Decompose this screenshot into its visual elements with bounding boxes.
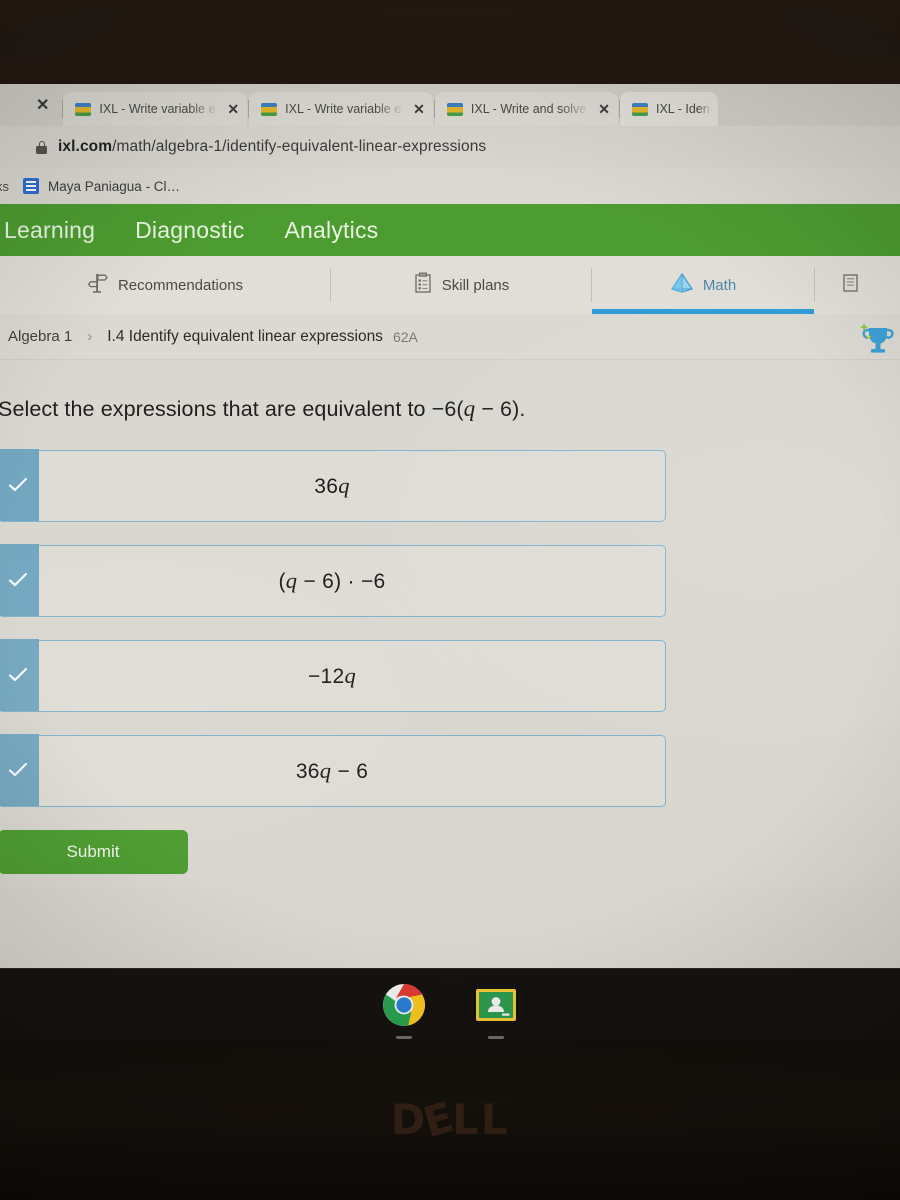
bookmarks-folder-label[interactable]: ks <box>0 179 9 194</box>
answer-choice-list: 36q (q − 6) · −6 −12q 36q − 6 <box>0 449 900 807</box>
checkmark-icon[interactable] <box>0 639 39 711</box>
subnav-label: Math <box>702 276 737 294</box>
app-running-indicator <box>488 1036 504 1039</box>
browser-tab-strip: ✕ IXL - Write variable e ✕ IXL - Write v… <box>0 84 900 126</box>
browser-tab-active[interactable]: IXL - Iden <box>618 92 718 126</box>
book-icon <box>840 272 860 299</box>
address-bar-url: ixl.com/math/algebra-1/identify-equivale… <box>58 138 486 156</box>
subnav-label: Skill plans <box>441 276 510 294</box>
tab-close-icon[interactable]: ✕ <box>598 102 610 116</box>
google-classroom-icon[interactable] <box>473 982 519 1039</box>
signpost-icon <box>87 272 109 299</box>
breadcrumb-separator-icon: › <box>87 328 93 345</box>
prompt-text-after: − 6). <box>475 397 526 421</box>
choice-variable: q <box>319 758 332 783</box>
answer-choice-text: −12q <box>0 663 665 689</box>
ixl-favicon-icon <box>261 102 278 116</box>
subnav-item-recommendations[interactable]: Recommendations <box>0 256 330 314</box>
submit-button[interactable]: Submit <box>0 830 188 874</box>
tab-close-icon[interactable]: ✕ <box>36 98 49 114</box>
ixl-main-nav: Learning Diagnostic Analytics <box>0 204 900 265</box>
browser-tab-title: IXL - Write variable e <box>285 102 402 116</box>
checklist-icon <box>413 272 433 299</box>
chrome-icon[interactable] <box>381 982 427 1039</box>
address-bar[interactable]: ixl.com/math/algebra-1/identify-equivale… <box>0 126 900 168</box>
browser-tab[interactable]: IXL - Write variable e ✕ <box>62 92 248 126</box>
pyramid-icon <box>670 272 694 299</box>
question-area: Select the expressions that are equivale… <box>0 360 900 888</box>
browser-tab-title: IXL - Iden <box>655 102 710 116</box>
browser-tab[interactable]: IXL - Write variable e ✕ <box>248 92 433 126</box>
answer-choice-option[interactable]: 36q − 6 <box>0 734 666 807</box>
lock-icon <box>36 140 47 154</box>
subnav-label: Recommendations <box>117 276 244 294</box>
answer-choice-option[interactable]: (q − 6) · −6 <box>0 544 666 617</box>
nav-item-learning[interactable]: Learning <box>4 217 95 244</box>
bookmark-label: Maya Paniagua - Cl… <box>48 178 181 194</box>
ixl-sub-nav: Recommendations Skill plans Math <box>0 256 900 314</box>
answer-choice-option[interactable]: 36q <box>0 449 666 522</box>
chromebook-screen: ✕ IXL - Write variable e ✕ IXL - Write v… <box>0 84 900 968</box>
answer-choice-option[interactable]: −12q <box>0 639 666 712</box>
tab-close-icon[interactable]: ✕ <box>413 102 425 116</box>
answer-choice-text: 36q <box>0 473 665 499</box>
choice-text-before: −12 <box>307 665 345 688</box>
answer-choice-text: 36q − 6 <box>0 758 665 784</box>
checkmark-icon[interactable] <box>0 544 39 616</box>
choice-text-before: ( <box>278 570 286 593</box>
subnav-item-skill-plans[interactable]: Skill plans <box>331 256 591 314</box>
choice-text-before: 36 <box>314 475 339 498</box>
checkmark-icon[interactable] <box>0 449 39 521</box>
breadcrumb: Algebra 1 › I.4 Identify equivalent line… <box>0 314 900 360</box>
breadcrumb-course[interactable]: Algebra 1 <box>8 328 72 345</box>
url-domain: ixl.com <box>58 138 113 155</box>
choice-text-after: − 6 <box>331 760 369 783</box>
checkmark-icon[interactable] <box>0 734 39 806</box>
app-running-indicator <box>396 1036 412 1039</box>
dell-logo: DELL <box>0 1092 900 1148</box>
browser-tab[interactable]: IXL - Write and solve ✕ <box>433 92 618 126</box>
ixl-favicon-icon <box>446 102 463 116</box>
browser-tab-title: IXL - Write and solve <box>470 102 587 116</box>
tab-close-icon[interactable]: ✕ <box>227 102 239 116</box>
dell-logo-ll: LL <box>452 1095 510 1144</box>
ixl-favicon-icon <box>75 102 92 116</box>
breadcrumb-skill-code: 62A <box>392 328 418 345</box>
choice-text-after: − 6) · −6 <box>297 570 386 593</box>
browser-tab-title: IXL - Write variable e <box>99 102 216 116</box>
prompt-text-before: Select the expressions that are equivale… <box>0 397 464 421</box>
question-prompt: Select the expressions that are equivale… <box>0 396 900 422</box>
chromeos-shelf <box>0 968 900 1041</box>
nav-item-analytics[interactable]: Analytics <box>285 217 379 244</box>
choice-variable: q <box>285 568 298 593</box>
ixl-favicon-icon <box>631 102 648 116</box>
subnav-item-language-arts[interactable] <box>815 256 885 314</box>
classroom-favicon-icon <box>23 178 39 194</box>
answer-choice-text: (q − 6) · −6 <box>0 568 665 594</box>
url-path: /math/algebra-1/identify-equivalent-line… <box>112 138 487 155</box>
breadcrumb-skill: I.4 Identify equivalent linear expressio… <box>107 327 383 345</box>
trophy-icon[interactable] <box>858 320 898 361</box>
subnav-item-math[interactable]: Math <box>592 256 814 314</box>
nav-item-diagnostic[interactable]: Diagnostic <box>135 217 244 244</box>
choice-variable: q <box>338 473 350 498</box>
prompt-variable: q <box>463 396 476 421</box>
bookmarks-bar: ks Maya Paniagua - Cl… <box>0 168 900 204</box>
choice-text-before: 36 <box>295 760 320 783</box>
photo-of-chromebook-screen: ✕ IXL - Write variable e ✕ IXL - Write v… <box>0 0 900 1200</box>
choice-variable: q <box>344 663 357 688</box>
bookmark-item[interactable]: Maya Paniagua - Cl… <box>23 178 180 194</box>
